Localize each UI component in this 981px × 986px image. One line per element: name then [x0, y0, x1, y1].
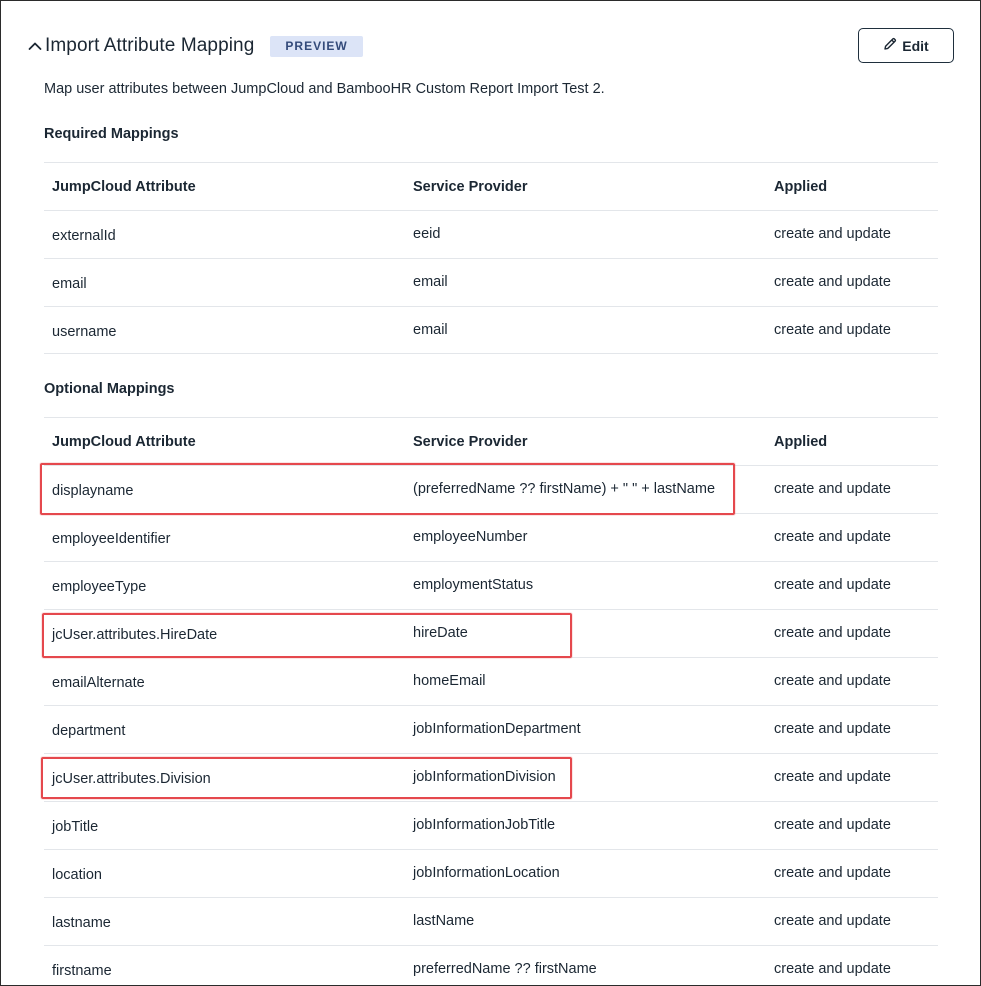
applied-cell: create and update: [774, 577, 891, 593]
optional-mappings-table: JumpCloud Attribute Service Provider App…: [44, 417, 938, 985]
jumpcloud-attribute-cell: emailAlternate: [52, 675, 145, 691]
applied-cell: create and update: [774, 274, 891, 290]
service-provider-cell: jobInformationDepartment: [413, 721, 581, 737]
applied-cell: create and update: [774, 721, 891, 737]
jumpcloud-attribute-cell: email: [52, 276, 87, 292]
column-header: Applied: [774, 179, 828, 195]
jumpcloud-attribute-cell: username: [52, 324, 117, 340]
applied-cell: create and update: [774, 913, 891, 929]
table-header-row: JumpCloud Attribute Service Provider App…: [44, 417, 938, 465]
applied-cell: create and update: [774, 529, 891, 545]
table-row: location jobInformationLocation create a…: [44, 849, 938, 897]
applied-cell: create and update: [774, 865, 891, 881]
pencil-icon: [883, 37, 897, 54]
service-provider-cell: employmentStatus: [413, 577, 534, 593]
column-header: Service Provider: [413, 179, 528, 195]
applied-cell: create and update: [774, 481, 891, 497]
table-row: externalId eeid create and update: [44, 210, 938, 258]
jumpcloud-attribute-cell: employeeIdentifier: [52, 531, 171, 547]
service-provider-cell: jobInformationLocation: [413, 865, 560, 881]
service-provider-cell: homeEmail: [413, 673, 486, 689]
edit-button[interactable]: Edit: [858, 28, 954, 63]
column-header: JumpCloud Attribute: [52, 179, 196, 195]
optional-mappings-label: Optional Mappings: [44, 381, 175, 397]
column-header: Applied: [774, 434, 828, 450]
jumpcloud-attribute-cell: jobTitle: [52, 819, 99, 835]
service-provider-cell: preferredName ?? firstName: [413, 961, 597, 977]
table-row: firstname preferredName ?? firstName cre…: [44, 945, 938, 985]
applied-cell: create and update: [774, 322, 891, 338]
jumpcloud-attribute-cell: location: [52, 867, 102, 883]
service-provider-cell: eeid: [413, 226, 441, 242]
page-title: Import Attribute Mapping: [45, 35, 255, 56]
jumpcloud-attribute-cell: externalId: [52, 228, 116, 244]
service-provider-cell: jobInformationJobTitle: [413, 817, 556, 833]
table-row: employeeIdentifier employeeNumber create…: [44, 513, 938, 561]
applied-cell: create and update: [774, 625, 891, 641]
service-provider-cell: employeeNumber: [413, 529, 528, 545]
applied-cell: create and update: [774, 769, 891, 785]
table-row: username email create and update: [44, 306, 938, 354]
column-header: Service Provider: [413, 434, 528, 450]
table-row: department jobInformationDepartment crea…: [44, 705, 938, 753]
jumpcloud-attribute-cell: jcUser.attributes.Division: [52, 771, 211, 787]
chevron-up-icon[interactable]: [25, 36, 45, 56]
panel-header: Import Attribute Mapping PREVIEW: [25, 31, 363, 61]
required-mappings-label: Required Mappings: [44, 126, 179, 142]
table-row: lastname lastName create and update: [44, 897, 938, 945]
jumpcloud-attribute-cell: employeeType: [52, 579, 147, 595]
required-mappings-table: JumpCloud Attribute Service Provider App…: [44, 162, 938, 354]
jumpcloud-attribute-cell: displayname: [52, 483, 134, 499]
service-provider-cell: jobInformationDivision: [413, 769, 556, 785]
applied-cell: create and update: [774, 226, 891, 242]
preview-badge: PREVIEW: [270, 35, 363, 57]
table-row: emailAlternate homeEmail create and upda…: [44, 657, 938, 705]
column-header: JumpCloud Attribute: [52, 434, 196, 450]
service-provider-cell: email: [413, 322, 448, 338]
service-provider-cell: (preferredName ?? firstName) + " " + las…: [413, 481, 716, 497]
service-provider-cell: email: [413, 274, 448, 290]
service-provider-cell: lastName: [413, 913, 475, 929]
edit-button-label: Edit: [902, 37, 929, 54]
panel-description: Map user attributes between JumpCloud an…: [44, 81, 605, 97]
applied-cell: create and update: [774, 817, 891, 833]
attribute-mapping-panel: Import Attribute Mapping PREVIEW Edit Ma…: [0, 0, 981, 986]
applied-cell: create and update: [774, 961, 891, 977]
jumpcloud-attribute-cell: jcUser.attributes.HireDate: [52, 627, 218, 643]
table-row: email email create and update: [44, 258, 938, 306]
applied-cell: create and update: [774, 673, 891, 689]
jumpcloud-attribute-cell: lastname: [52, 915, 111, 931]
table-row: jobTitle jobInformationJobTitle create a…: [44, 801, 938, 849]
table-row: jcUser.attributes.HireDate hireDate crea…: [44, 609, 938, 657]
table-row: employeeType employmentStatus create and…: [44, 561, 938, 609]
jumpcloud-attribute-cell: department: [52, 723, 126, 739]
table-header-row: JumpCloud Attribute Service Provider App…: [44, 162, 938, 210]
jumpcloud-attribute-cell: firstname: [52, 963, 112, 979]
table-row: jcUser.attributes.Division jobInformatio…: [44, 753, 938, 801]
table-row: displayname (preferredName ?? firstName)…: [44, 465, 938, 513]
service-provider-cell: hireDate: [413, 625, 468, 641]
